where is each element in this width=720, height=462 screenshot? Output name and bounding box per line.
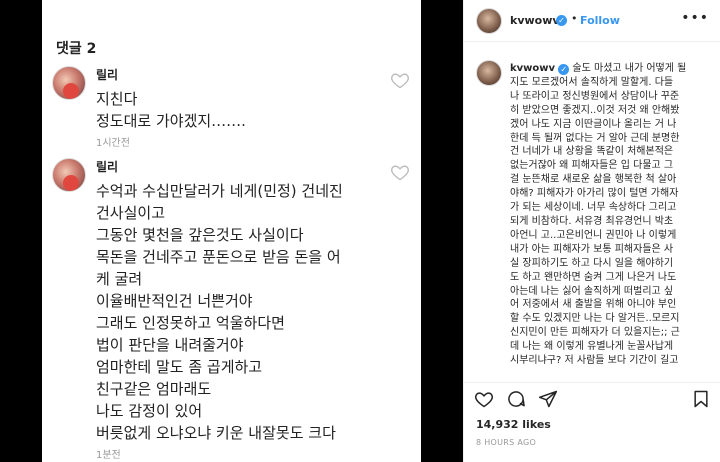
- user-avatar[interactable]: [476, 8, 502, 34]
- comment-line: 이율배반적인건 너쁜거야: [96, 292, 253, 310]
- comment-line: 법이 판단을 내려줄거야: [96, 336, 244, 354]
- verified-badge-icon: ✓: [558, 64, 570, 75]
- caption-line: 어 저중에서 새 출발을 위해 아니야 부인: [510, 299, 677, 311]
- separator-dot: •: [571, 12, 578, 25]
- caption-line: 도 하고 왠만하면 숨켜 그게 나은거 나도: [510, 271, 677, 283]
- save-bookmark-icon[interactable]: [691, 389, 711, 409]
- caption-line: 할 수도 있겠지만 나는 다 알거든..모르지: [510, 313, 680, 325]
- more-options-icon[interactable]: •••: [681, 10, 709, 26]
- comment-body: 지친다 정도대로 가야겠지…….: [96, 88, 396, 132]
- caption-line: 시부리냐구? 저 사람들 보다 기간이 길고: [510, 355, 679, 367]
- comment-line: 엄마한테 말도 좀 곱게하고: [96, 358, 263, 376]
- comment-icon[interactable]: [506, 389, 526, 409]
- comment-line: 정도대로 가야겠지…….: [96, 112, 246, 130]
- comment-time: 1시간전: [96, 138, 130, 149]
- comment-line: 케 굴려: [96, 270, 143, 288]
- heart-icon: [391, 73, 409, 89]
- caption-line: 지도 모르겠어서 솔직하게 말할게. 다들: [510, 76, 674, 88]
- post-image: 댓글 2 릴리 지친다 정도대로 가야겠지……. 1시간전 릴리 수억과 수십만…: [0, 0, 463, 462]
- caption-line: 아는데 나는 싫어 솔직하게 떠벌리고 싶: [510, 285, 674, 297]
- username[interactable]: kvwowv: [510, 14, 560, 27]
- caption-area[interactable]: kvwowv ✓ 술도 마셨고 내가 어떻게 될 지도 모르겠어서 솔직하게 말…: [464, 58, 720, 376]
- user-avatar[interactable]: [476, 60, 502, 86]
- share-icon[interactable]: [538, 389, 558, 409]
- comment-line: 수억과 수십만달러가 네게(민정) 건네진: [96, 182, 343, 200]
- commenter-avatar: [52, 158, 86, 192]
- comment-line: 친구같은 엄마래도: [96, 380, 212, 398]
- commenter-avatar: [52, 66, 86, 100]
- comment-line: 건사실이고: [96, 204, 166, 222]
- comment-line: 나도 감정이 있어: [96, 402, 203, 420]
- caption-line: 되게 비참하다. 서유경 최유경언니 박초: [510, 215, 674, 227]
- comment-line: 버릇없게 오냐오냐 키운 내잘못도 크다: [96, 424, 336, 442]
- commenter-name: 릴리: [96, 68, 119, 82]
- heart-icon: [391, 165, 409, 181]
- caption-username[interactable]: kvwowv: [510, 63, 555, 74]
- comment-line: 그동안 몇천을 갚은것도 사실이다: [96, 226, 304, 244]
- caption-line: 신지민이 만든 피해자가 더 있을지는;; 근: [510, 327, 680, 339]
- action-bar: [464, 382, 720, 412]
- caption-line: 나 또라이고 정신병원에서 상담이나 꾸준: [510, 90, 680, 102]
- comment-line: 지친다: [96, 90, 138, 108]
- caption-line: 건 너네가 내 상황을 똑같이 처해본적은: [510, 146, 674, 158]
- follow-button[interactable]: Follow: [580, 14, 620, 27]
- caption-line: 겠어 나도 지금 이딴글이나 올리는 거 나: [510, 118, 677, 130]
- comment-1: 릴리 지친다 정도대로 가야겠지……. 1시간전: [52, 66, 412, 156]
- verified-badge-icon: ✓: [556, 15, 567, 26]
- caption-line: 아언니 고..고은비언니 권민아 나 이렇게: [510, 229, 677, 241]
- comment-2: 릴리 수억과 수십만달러가 네게(민정) 건네진 건사실이고 그동안 몇천을 갚…: [52, 158, 412, 461]
- comment-time: 1분전: [96, 450, 121, 461]
- caption-line: 내가 아는 피해자가 보통 피해자들은 사: [510, 243, 674, 255]
- caption-line: 히 받았으면 좋겠지..이것 저것 왜 안해봤: [510, 104, 680, 116]
- caption-line: 없는거잖아 왜 피해자들은 입 다물고 그: [510, 160, 674, 172]
- comments-header: 댓글 2: [56, 41, 97, 57]
- caption-line: 실 장피하기도 하고 다시 일을 해야하기: [510, 257, 674, 269]
- comment-screenshot: 댓글 2 릴리 지친다 정도대로 가야겠지……. 1시간전 릴리 수억과 수십만…: [42, 0, 421, 462]
- caption-line: 데 나는 왜 이렇게 유별나게 눈꼴사납게: [510, 341, 674, 353]
- caption-line: 술도 마셨고 내가 어떻게 될: [572, 63, 687, 74]
- likes-count[interactable]: 14,932 likes: [476, 418, 551, 431]
- caption-line: 걸 눈뜬채로 새로운 삶을 행복한 척 살아: [510, 174, 677, 186]
- post-caption: kvwowv ✓ 술도 마셨고 내가 어떻게 될 지도 모르겠어서 솔직하게 말…: [510, 62, 710, 368]
- caption-line: 야해? 피해자가 아가리 많이 털면 가해자: [510, 188, 679, 200]
- post-sidebar: kvwowv ✓ • Follow ••• kvwowv ✓ 술도 마셨고 내가…: [463, 0, 720, 462]
- comment-line: 목돈을 건네주고 푼돈으로 받음 돈을 어: [96, 248, 341, 266]
- comment-body: 수억과 수십만달러가 네게(민정) 건네진 건사실이고 그동안 몇천을 갚은것도…: [96, 180, 396, 444]
- caption-line: 가 되는 세상이네. 너무 속상하다 그리고: [510, 202, 677, 214]
- comment-line: 그래도 인정못하고 억울하다면: [96, 314, 285, 332]
- post-header: kvwowv ✓ • Follow •••: [464, 0, 720, 42]
- post-timestamp[interactable]: 8 HOURS AGO: [476, 438, 536, 447]
- like-heart-icon[interactable]: [474, 389, 494, 409]
- commenter-name: 릴리: [96, 160, 119, 174]
- caption-line: 한데 득 될꺼 없다는 거 알아 근데 분명한: [510, 132, 680, 144]
